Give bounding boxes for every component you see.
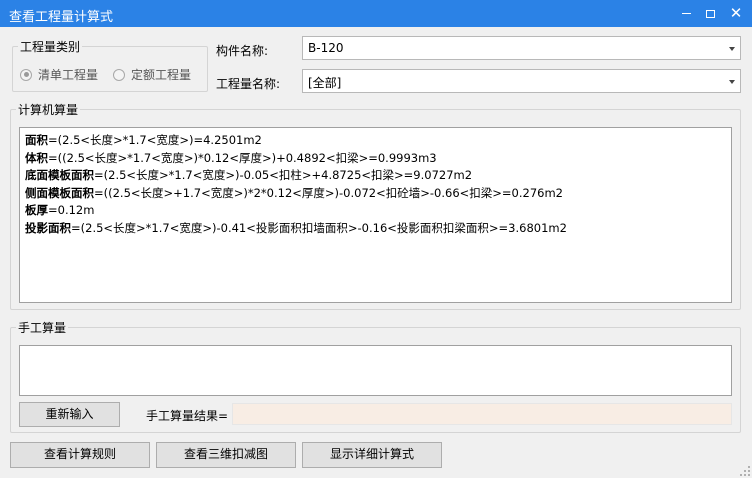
formula-line-bottom-formwork: 底面模板面积=(2.5<长度>*1.7<宽度>)-0.05<扣柱>+4.8725…	[25, 168, 473, 182]
formula-line-side-formwork: 侧面模板面积=((2.5<长度>+1.7<宽度>)*2*0.12<厚度>)-0.…	[25, 185, 563, 200]
manual-result-label: 手工算量结果=	[146, 409, 229, 423]
chevron-down-icon	[729, 80, 735, 84]
formula-lines: 面积=(2.5<长度>*1.7<宽度>)=4.2501m2 体积=((2.5<长…	[25, 132, 567, 237]
computer-calc-title: 计算机算量	[16, 101, 81, 118]
formula-line-area: 面积=(2.5<长度>*1.7<宽度>)=4.2501m2	[25, 133, 262, 147]
minimize-icon	[681, 13, 691, 14]
radio-bill-quantity[interactable]: 清单工程量	[20, 66, 98, 83]
maximize-button[interactable]	[697, 0, 723, 27]
quantity-name-label: 工程量名称:	[216, 77, 281, 91]
reenter-button[interactable]: 重新输入	[19, 402, 120, 427]
manual-calc-title: 手工算量	[16, 319, 69, 336]
title-bar: 查看工程量计算式 ✕	[0, 0, 752, 27]
component-name-label: 构件名称:	[216, 44, 269, 58]
radio-quota-quantity-label: 定额工程量	[131, 68, 192, 82]
formula-line-projected-area: 投影面积=(2.5<长度>*1.7<宽度>)-0.41<投影面积扣墙面积>-0.…	[25, 220, 567, 235]
radio-quota-quantity[interactable]: 定额工程量	[113, 66, 191, 83]
quantity-name-value: [全部]	[308, 76, 342, 90]
close-icon: ✕	[729, 4, 743, 22]
close-button[interactable]: ✕	[723, 0, 749, 27]
radio-checked-icon	[20, 68, 32, 81]
component-name-value: B-120	[308, 41, 344, 55]
view-3d-deduction-button[interactable]: 查看三维扣减图	[156, 442, 296, 468]
component-name-select[interactable]: B-120	[302, 36, 741, 60]
computer-calc-textarea[interactable]: 面积=(2.5<长度>*1.7<宽度>)=4.2501m2 体积=((2.5<长…	[19, 127, 732, 303]
formula-line-volume: 体积=((2.5<长度>*1.7<宽度>)*0.12<厚度>)+0.4892<扣…	[25, 150, 437, 165]
quantity-name-select[interactable]: [全部]	[302, 69, 741, 93]
manual-result-field[interactable]	[232, 403, 732, 425]
minimize-button[interactable]	[673, 0, 699, 27]
maximize-icon	[705, 9, 715, 18]
radio-unchecked-icon	[113, 68, 125, 81]
quantity-category-title: 工程量类别	[18, 38, 83, 55]
show-detail-formula-button[interactable]: 显示详细计算式	[302, 442, 442, 468]
view-rules-button[interactable]: 查看计算规则	[10, 442, 150, 468]
resize-grip-icon[interactable]	[740, 466, 750, 476]
chevron-down-icon	[729, 47, 735, 51]
window-title: 查看工程量计算式	[9, 10, 114, 25]
manual-calc-input[interactable]	[19, 345, 732, 396]
formula-line-slab-thickness: 板厚=0.12m	[25, 203, 95, 217]
radio-bill-quantity-label: 清单工程量	[38, 68, 99, 82]
